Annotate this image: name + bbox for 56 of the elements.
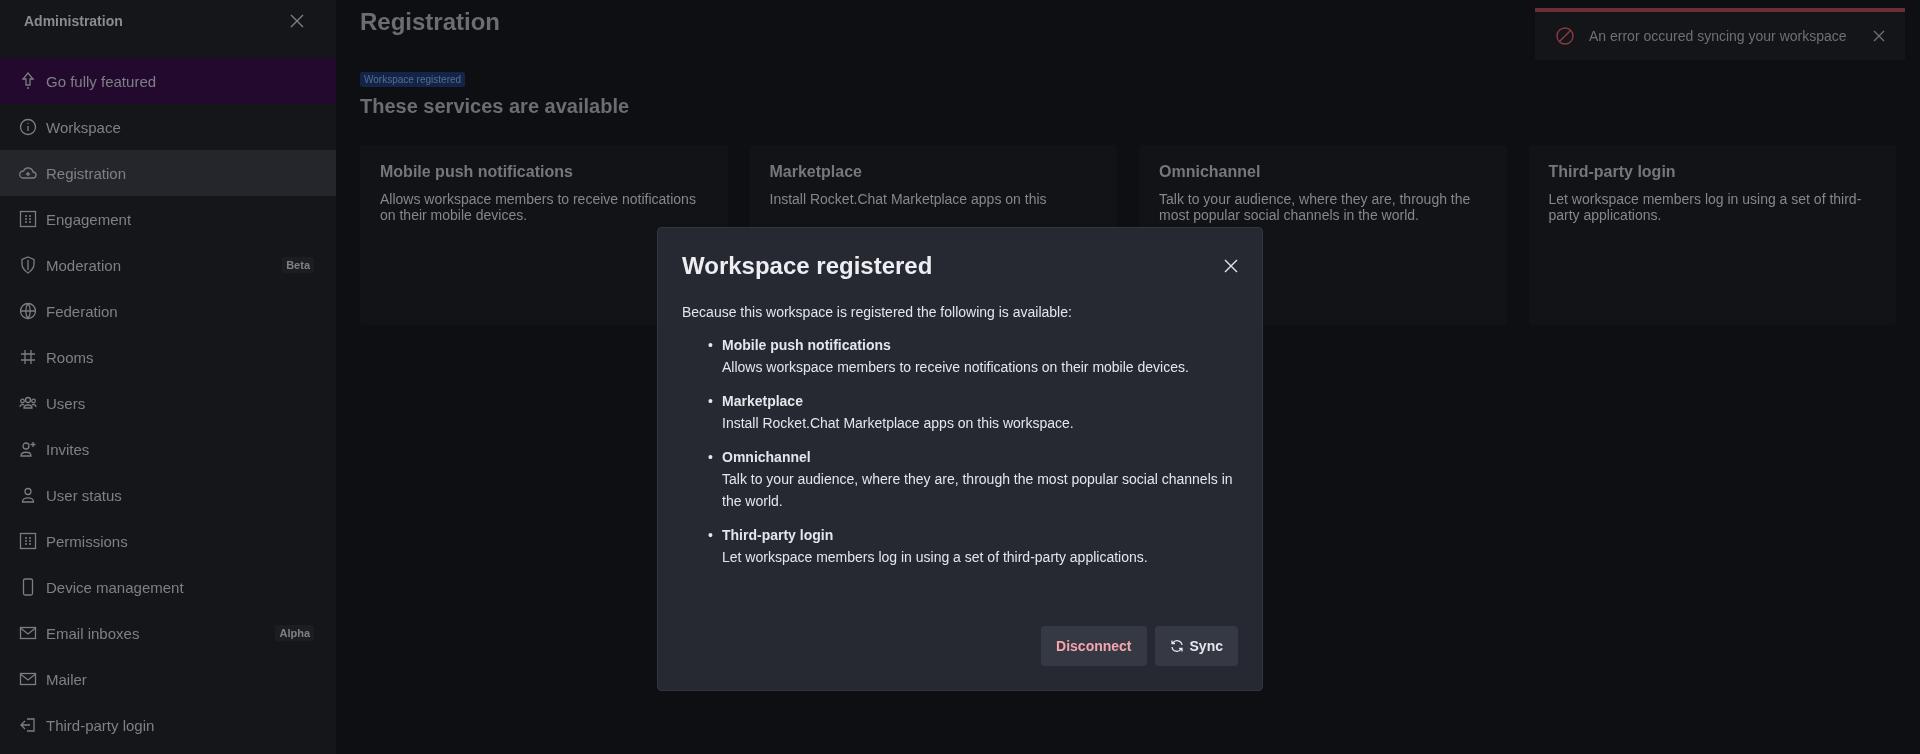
sidebar-item[interactable]: Go fully featured bbox=[0, 58, 336, 104]
service-name: Mobile push notifications bbox=[722, 336, 892, 355]
card-description: Talk to your audience, where they are, through the most popular social channels in the world. bbox=[1159, 191, 1472, 223]
hash-icon bbox=[18, 347, 38, 367]
bullet: • bbox=[708, 526, 713, 545]
service-description: Install Rocket.Chat Marketplace apps on this workspace. bbox=[722, 414, 1075, 433]
status-tag: Workspace registered bbox=[360, 72, 466, 87]
service-description: Let workspace members log in using a set of third-party applications. bbox=[722, 548, 1149, 567]
sidebar-item[interactable]: Invites bbox=[0, 426, 336, 472]
card-description: Let workspace members log in using a set of third-party applications. bbox=[1548, 191, 1863, 223]
sidebar-title: Administration bbox=[24, 13, 123, 29]
sidebar-item[interactable]: Registration bbox=[0, 150, 336, 196]
section-heading: These services are available bbox=[360, 95, 630, 118]
service-description: Allows workspace members to receive notifications on their mobile devices. bbox=[722, 358, 1190, 377]
modal-intro: Because this workspace is registered the following is available: bbox=[682, 304, 1073, 320]
bullet: • bbox=[708, 448, 713, 467]
card-title: Omnichannel bbox=[1159, 163, 1262, 181]
blocked-icon bbox=[1555, 26, 1575, 46]
page-title: Registration bbox=[360, 8, 500, 36]
refresh-icon bbox=[1169, 639, 1184, 653]
modal-title: Workspace registered bbox=[682, 252, 933, 280]
service-name: Marketplace bbox=[722, 392, 804, 411]
grid-icon bbox=[18, 531, 38, 551]
bullet: • bbox=[708, 392, 713, 411]
sidebar-item[interactable]: Rooms bbox=[0, 334, 336, 380]
sync-button[interactable]: Sync bbox=[1154, 626, 1238, 666]
card-title: Marketplace bbox=[769, 163, 863, 181]
sidebar-item[interactable]: User status bbox=[0, 472, 336, 518]
card-title: Third-party login bbox=[1548, 163, 1677, 181]
sidebar-item[interactable]: Moderation Beta bbox=[0, 242, 336, 288]
invite-icon bbox=[18, 439, 38, 459]
status-badge: Beta bbox=[282, 257, 314, 273]
sidebar-item[interactable]: Engagement bbox=[0, 196, 336, 242]
sidebar-item[interactable]: Device management bbox=[0, 564, 336, 610]
service-description: Talk to your audience, where they are, through the most popular social channels in the world. bbox=[722, 470, 1234, 511]
sidebar-item[interactable]: Workspace bbox=[0, 104, 336, 150]
toast-message: An error occured syncing your workspace bbox=[1589, 28, 1848, 44]
card-description: Install Rocket.Chat Marketplace apps on this bbox=[769, 191, 1048, 207]
bullet: • bbox=[708, 336, 713, 355]
grid-icon bbox=[18, 209, 38, 229]
sidebar-item[interactable]: Federation bbox=[0, 288, 336, 334]
info-icon bbox=[18, 117, 38, 137]
sidebar-item[interactable]: Users bbox=[0, 380, 336, 426]
globe-icon bbox=[18, 301, 38, 321]
sidebar-item[interactable]: Mailer bbox=[0, 656, 336, 702]
card-description: Allows workspace members to receive notifications on their mobile devices. bbox=[380, 191, 697, 223]
status-badge: Alpha bbox=[275, 625, 314, 641]
card-title: Mobile push notifications bbox=[380, 163, 574, 181]
shield-icon bbox=[18, 255, 38, 275]
sidebar-item[interactable]: Email inboxes Alpha bbox=[0, 610, 336, 656]
sidebar-item[interactable]: Permissions bbox=[0, 518, 336, 564]
disconnect-button[interactable]: Disconnect bbox=[1041, 626, 1147, 666]
service-name: Omnichannel bbox=[722, 448, 812, 467]
login-icon bbox=[18, 715, 38, 735]
sidebar-item[interactable]: Third-party login bbox=[0, 702, 336, 748]
service-name: Third-party login bbox=[722, 526, 835, 545]
